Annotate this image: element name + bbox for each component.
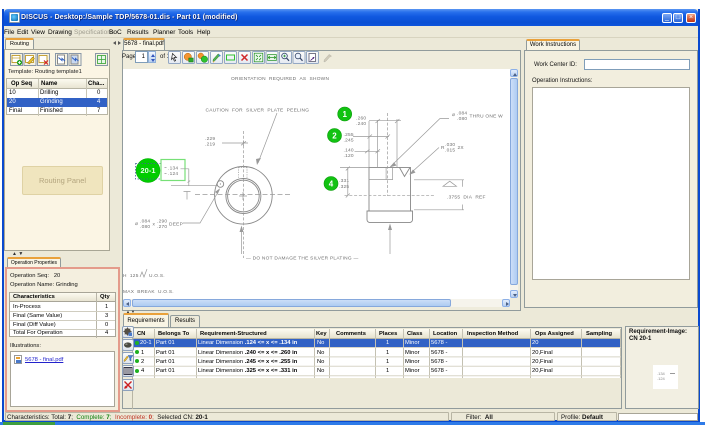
svg-text:— DO NOT DAMAGE THE SILVER PLA: — DO NOT DAMAGE THE SILVER PLATING — (246, 256, 359, 262)
svg-text:4: 4 (329, 179, 334, 188)
svg-text:THRU ONE W: THRU ONE W (470, 114, 504, 120)
svg-text:.084: .084 (457, 111, 467, 117)
svg-text:x: x (153, 223, 156, 228)
svg-text:H 125: H 125 (123, 273, 139, 279)
svg-text:⌀: ⌀ (135, 222, 138, 227)
svg-text:.134: .134 (168, 166, 178, 172)
svg-text:U.O.S.: U.O.S. (149, 273, 165, 279)
svg-text:.219: .219 (205, 142, 215, 148)
svg-text:.015: .015 (445, 148, 455, 154)
svg-text:.124: .124 (168, 171, 178, 177)
svg-text:2: 2 (332, 131, 337, 140)
svg-text:2X: 2X (458, 145, 465, 151)
svg-text:ORIENTATION REQUIRED AS SHO: ORIENTATION REQUIRED AS SHOWN (231, 76, 329, 82)
svg-text:CAUTION FOR SILVER PLATE P: CAUTION FOR SILVER PLATE PEELING (206, 108, 310, 114)
svg-text:.080: .080 (457, 116, 467, 122)
svg-text:MAX BREAK U.O.S.: MAX BREAK U.O.S. (123, 289, 174, 295)
svg-text:.140: .140 (344, 148, 354, 154)
svg-text:.030: .030 (445, 142, 455, 148)
svg-text:.084: .084 (140, 219, 150, 225)
svg-text:.229: .229 (205, 136, 215, 142)
svg-text:.290: .290 (157, 219, 167, 225)
svg-text:.260: .260 (356, 116, 366, 122)
svg-text:DEEP: DEEP (169, 222, 183, 228)
svg-text:.255: .255 (344, 132, 354, 138)
svg-text:.240: .240 (356, 121, 366, 127)
svg-text:.120: .120 (344, 153, 354, 159)
svg-text:.245: .245 (344, 138, 354, 144)
svg-text:20-1: 20-1 (140, 166, 155, 175)
svg-text:.270: .270 (157, 224, 167, 230)
svg-text:.3755 DIA REF: .3755 DIA REF (447, 195, 486, 201)
svg-text:⌀: ⌀ (452, 113, 455, 118)
svg-text:.080: .080 (140, 224, 150, 230)
svg-text:1: 1 (342, 110, 347, 119)
